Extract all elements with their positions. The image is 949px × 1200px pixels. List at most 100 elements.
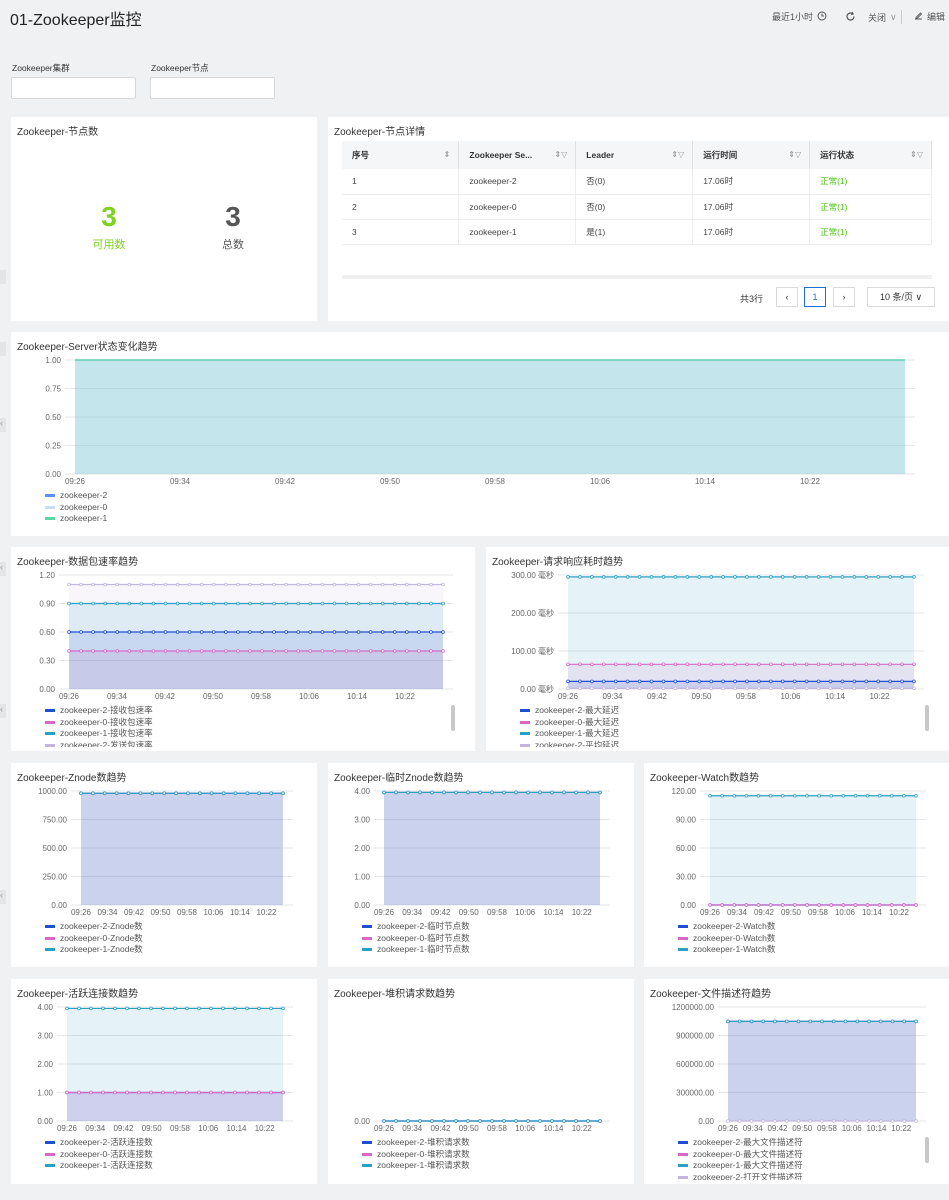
legend-item[interactable]: zookeeper-0-接收包速率: [45, 717, 153, 729]
legend-item[interactable]: zookeeper-2-接收包速率: [45, 705, 153, 717]
data-point: [490, 790, 494, 795]
data-point: [79, 649, 83, 653]
legend-item[interactable]: zookeeper-1-接收包速率: [45, 728, 153, 740]
data-point: [808, 1019, 813, 1024]
legend-item[interactable]: zookeeper-0-Watch数: [678, 933, 775, 945]
filter-icon[interactable]: ⇕▽: [788, 150, 801, 159]
filter-icon[interactable]: ⇕▽: [554, 150, 567, 159]
data-point: [661, 575, 666, 579]
legend-swatch: [45, 505, 55, 509]
column-header[interactable]: 序号 ⇕: [342, 141, 460, 169]
table-row[interactable]: 3 zookeeper-1 是(1) 17.06时 正常(1): [342, 219, 932, 245]
legend-item[interactable]: zookeeper-0-活跃连接数: [45, 1149, 153, 1161]
chevron-left-icon[interactable]: ‹: [0, 890, 6, 904]
table-row[interactable]: 1 zookeeper-2 否(0) 17.06时 正常(1): [342, 169, 932, 195]
data-point: [737, 1119, 742, 1123]
time-range-picker[interactable]: 最近1小时: [772, 10, 827, 23]
edit-button[interactable]: 编辑: [914, 10, 945, 23]
pager-prev-button[interactable]: ‹: [776, 287, 798, 307]
legend-label: zookeeper-0-Znode数: [60, 932, 143, 943]
data-point: [769, 575, 773, 579]
x-tick-label: 09:34: [402, 1124, 423, 1133]
data-point: [394, 1119, 398, 1123]
data-point: [67, 649, 71, 653]
x-tick-label: 09:42: [430, 1124, 451, 1133]
legend-item[interactable]: zookeeper-2-活跃连接数: [45, 1137, 153, 1149]
data-point: [163, 630, 168, 634]
legend-scrollbar[interactable]: [925, 1137, 929, 1163]
legend-item[interactable]: zookeeper-1-最大文件描述符: [678, 1160, 803, 1172]
column-header[interactable]: 运行时间 ⇕▽: [692, 141, 811, 169]
data-point: [817, 793, 821, 798]
legend-item[interactable]: zookeeper-2-最大文件描述符: [678, 1137, 803, 1149]
data-point: [877, 903, 882, 907]
refresh-icon[interactable]: [845, 11, 856, 24]
y-tick-label: 500.00: [43, 844, 68, 853]
legend-swatch: [678, 1164, 688, 1168]
data-point: [625, 679, 630, 684]
column-header[interactable]: 运行状态 ⇕▽: [809, 141, 932, 169]
legend-item[interactable]: zookeeper-1-活跃连接数: [45, 1160, 153, 1172]
legend-item[interactable]: zookeeper-2-最大延迟: [520, 705, 619, 717]
data-point: [91, 630, 95, 634]
legend-item[interactable]: zookeeper-2-打开文件描述符: [678, 1172, 803, 1180]
column-header[interactable]: Leader ⇕▽: [575, 141, 694, 169]
legend-item[interactable]: zookeeper-2-临时节点数: [362, 921, 470, 933]
data-point: [590, 662, 594, 667]
legend-item[interactable]: zookeeper-0-堆积请求数: [362, 1149, 470, 1161]
legend-scrollbar[interactable]: [925, 705, 929, 731]
filter-icon[interactable]: ⇕▽: [910, 150, 923, 159]
chevron-down-icon[interactable]: ∨: [890, 12, 897, 23]
legend-item[interactable]: zookeeper-2-Znode数: [45, 921, 143, 933]
y-tick-label: 1000.00: [38, 787, 67, 796]
chevron-left-icon[interactable]: ‹: [0, 562, 6, 576]
page-size-select[interactable]: 10 条/页 ∨: [867, 287, 935, 307]
pager-page-button[interactable]: 1: [804, 287, 826, 307]
legend-item[interactable]: zookeeper-0: [45, 502, 107, 514]
data-point: [245, 1006, 249, 1011]
legend-item[interactable]: zookeeper-0-Znode数: [45, 933, 143, 945]
table-cell: 17.06时: [692, 169, 811, 195]
refresh-state[interactable]: 关闭: [868, 11, 886, 24]
legend-swatch: [678, 1175, 688, 1179]
legend-item[interactable]: zookeeper-1-最大延迟: [520, 728, 619, 740]
legend-item[interactable]: zookeeper-0-最大文件描述符: [678, 1149, 803, 1161]
data-point: [865, 903, 870, 907]
chevron-left-icon[interactable]: [0, 270, 6, 284]
node-detail-panel: Zookeeper-节点详情 序号 ⇕ Zookeeper Se... ⇕▽ Lea…: [328, 117, 949, 321]
legend-item[interactable]: zookeeper-2: [45, 490, 107, 502]
sort-icon[interactable]: ⇕: [444, 150, 451, 159]
legend-item[interactable]: zookeeper-2-Watch数: [678, 921, 775, 933]
legend-scrollbar[interactable]: [451, 705, 455, 731]
node-select[interactable]: [150, 77, 275, 99]
legend-item[interactable]: zookeeper-1-堆积请求数: [362, 1160, 470, 1172]
table-row[interactable]: 2 zookeeper-0 否(0) 17.06时 正常(1): [342, 194, 932, 220]
legend-item[interactable]: zookeeper-1-Watch数: [678, 944, 775, 956]
legend-item[interactable]: zookeeper-2-堆积请求数: [362, 1137, 470, 1149]
data-point: [405, 601, 409, 606]
filter-icon[interactable]: ⇕▽: [671, 150, 684, 159]
legend-item[interactable]: zookeeper-0-最大延迟: [520, 717, 619, 729]
chevron-left-icon[interactable]: ‹: [0, 704, 6, 718]
data-point: [257, 1090, 261, 1095]
table-scrollbar[interactable]: [342, 275, 932, 279]
y-tick-label: 0.25: [45, 442, 61, 451]
legend-item[interactable]: zookeeper-1-临时节点数: [362, 944, 470, 956]
data-point: [888, 662, 892, 667]
chevron-left-icon[interactable]: [0, 342, 6, 356]
chevron-left-icon[interactable]: ‹: [0, 418, 6, 432]
refresh-control[interactable]: 关闭 ∨: [845, 10, 902, 24]
data-point: [900, 662, 904, 667]
pager-next-button[interactable]: ›: [833, 287, 855, 307]
x-tick-label: 10:06: [198, 1124, 219, 1133]
data-point: [661, 686, 666, 691]
legend-item[interactable]: zookeeper-0-临时节点数: [362, 933, 470, 945]
column-header[interactable]: Zookeeper Se... ⇕▽: [458, 141, 577, 169]
legend-item[interactable]: zookeeper-1: [45, 513, 107, 525]
data-point: [224, 630, 228, 634]
data-point: [392, 630, 397, 634]
cluster-select[interactable]: [11, 77, 136, 99]
legend-item[interactable]: zookeeper-2-发送包速率: [45, 740, 153, 747]
legend-item[interactable]: zookeeper-1-Znode数: [45, 944, 143, 956]
legend-item[interactable]: zookeeper-2-平均延迟: [520, 740, 619, 747]
